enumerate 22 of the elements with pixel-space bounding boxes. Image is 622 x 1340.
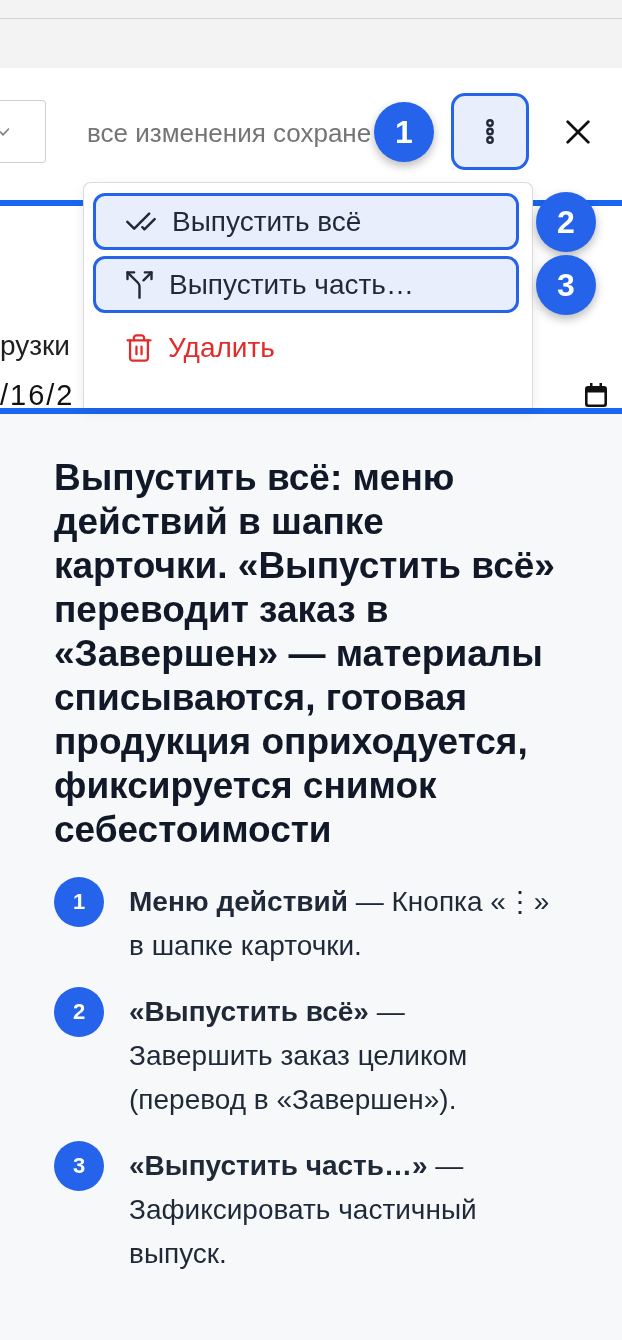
- save-status-text: все изменения сохране: [87, 117, 372, 149]
- step-text: «Выпустить часть…» — Зафиксировать частичный выпуск.: [129, 1149, 478, 1271]
- step-number-badge: 1: [54, 877, 104, 927]
- double-check-icon: [126, 212, 156, 231]
- callout-badge: 1: [374, 102, 434, 162]
- step-text: «Выпустить всё» — Завершить заказ целиком (перевод в «Завершен»).: [129, 995, 469, 1117]
- menu-item[interactable]: Удалить: [93, 319, 519, 376]
- chevron-icon: [0, 127, 9, 136]
- more-vertical-icon: [486, 119, 494, 144]
- explanation-title: Выпустить всё: меню действий в шапке карточки. «Выпустить всё» переводит заказ в «Завершен» — материалы списываются, готовая продукция оприходуется, фиксируется снимок себестоимости: [54, 456, 556, 852]
- more-button[interactable]: [451, 93, 529, 170]
- field-label: рузки: [0, 330, 70, 362]
- select-field[interactable]: [0, 100, 46, 163]
- calendar-icon: [585, 383, 607, 407]
- trash-icon: [126, 333, 152, 362]
- split-arrow-icon: [126, 270, 153, 299]
- close-button[interactable]: [566, 120, 590, 144]
- date-field[interactable]: /16/2: [0, 382, 622, 408]
- step-number-badge: 2: [54, 987, 104, 1037]
- close-icon: [566, 120, 590, 144]
- step-number-badge: 3: [54, 1141, 104, 1191]
- step-text: Меню действий — Кнопка «⋮» в шапке карточки.: [129, 885, 551, 963]
